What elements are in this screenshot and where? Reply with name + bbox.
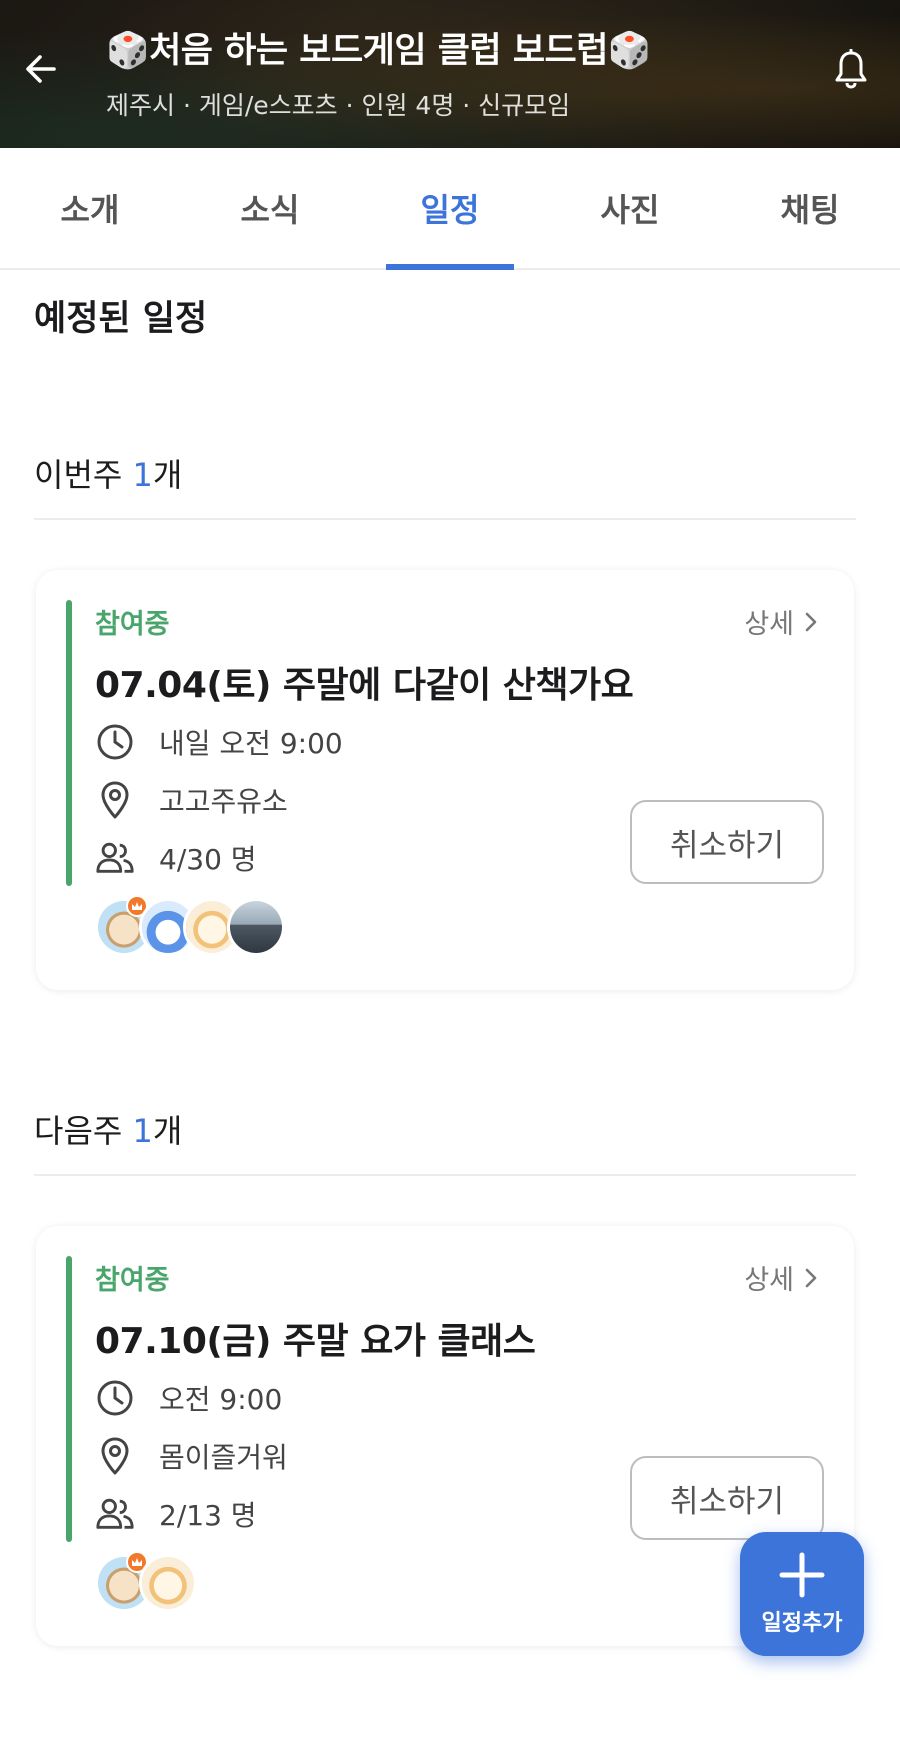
cancel-button[interactable]: 취소하기 [630, 1456, 824, 1540]
tab-photos[interactable]: 사진 [540, 148, 720, 268]
event-members: 4/30 명 [159, 843, 257, 876]
club-title: 🎲처음 하는 보드게임 클럽 보드럽🎲 [106, 31, 652, 71]
event-card[interactable]: 참여중 상세 07.04(토) 주말에 다같이 산책가요 내일 오전 9:00 … [36, 570, 854, 990]
event-time: 내일 오전 9:00 [159, 727, 343, 760]
event-members: 2/13 명 [159, 1499, 257, 1532]
event-time-row: 내일 오전 9:00 [95, 722, 343, 762]
avatar [139, 1554, 197, 1612]
status-bar [66, 1256, 72, 1542]
back-button[interactable] [18, 46, 64, 92]
week-count: 1 [132, 1112, 153, 1150]
week-count-suffix: 개 [152, 1112, 183, 1150]
avatar [227, 898, 285, 956]
event-title: 07.10(금) 주말 요가 클래스 [95, 1321, 536, 1362]
chevron-right-icon [805, 1268, 817, 1287]
event-card[interactable]: 참여중 상세 07.10(금) 주말 요가 클래스 오전 9:00 몸이즐거워 … [36, 1226, 854, 1646]
tab-chat[interactable]: 채팅 [720, 148, 900, 268]
cancel-button[interactable]: 취소하기 [630, 800, 824, 884]
section-title: 예정된 일정 [34, 299, 208, 339]
status-badge: 참여중 [95, 1265, 170, 1296]
detail-label: 상세 [744, 609, 794, 640]
week-label: 다음주 [34, 1112, 123, 1150]
tab-bar: 소개 소식 일정 사진 채팅 [0, 148, 900, 270]
detail-link[interactable]: 상세 [744, 1258, 818, 1297]
back-arrow-icon [26, 55, 56, 83]
divider [34, 518, 856, 520]
event-time: 오전 9:00 [159, 1383, 283, 1416]
status-badge: 참여중 [95, 609, 170, 640]
divider [34, 1174, 856, 1176]
week-header-this-week: 이번주 1개 [34, 450, 182, 496]
tab-schedule[interactable]: 일정 [360, 148, 540, 268]
detail-link[interactable]: 상세 [744, 602, 818, 641]
chevron-right-icon [805, 612, 817, 631]
plus-icon [779, 1552, 825, 1598]
people-icon [95, 838, 135, 878]
member-avatars [95, 895, 285, 956]
add-schedule-button[interactable]: 일정추가 [740, 1532, 864, 1656]
week-label: 이번주 [34, 456, 123, 494]
event-title: 07.04(토) 주말에 다같이 산책가요 [95, 665, 634, 706]
event-place: 고고주유소 [159, 785, 288, 818]
clock-icon [95, 1378, 135, 1418]
event-place-row: 고고주유소 [95, 780, 288, 820]
club-subtitle: 제주시 · 게임/e스포츠 · 인원 4명 · 신규모임 [106, 91, 571, 120]
location-pin-icon [95, 1436, 135, 1476]
add-schedule-label: 일정추가 [761, 1611, 843, 1636]
clock-icon [95, 722, 135, 762]
week-count: 1 [132, 456, 153, 494]
tab-news[interactable]: 소식 [180, 148, 360, 268]
week-header-next-week: 다음주 1개 [34, 1106, 182, 1152]
club-header: 🎲처음 하는 보드게임 클럽 보드럽🎲 제주시 · 게임/e스포츠 · 인원 4… [0, 0, 900, 148]
tab-intro[interactable]: 소개 [0, 148, 180, 268]
notification-button[interactable] [828, 46, 874, 92]
event-place: 몸이즐거워 [159, 1441, 288, 1474]
event-members-row: 4/30 명 [95, 838, 257, 878]
week-count-suffix: 개 [152, 456, 183, 494]
event-place-row: 몸이즐거워 [95, 1436, 288, 1476]
status-bar [66, 600, 72, 886]
detail-label: 상세 [744, 1265, 794, 1296]
location-pin-icon [95, 780, 135, 820]
bell-icon [835, 49, 867, 89]
member-avatars [95, 1551, 197, 1612]
event-members-row: 2/13 명 [95, 1494, 257, 1534]
event-time-row: 오전 9:00 [95, 1378, 282, 1418]
people-icon [95, 1494, 135, 1534]
